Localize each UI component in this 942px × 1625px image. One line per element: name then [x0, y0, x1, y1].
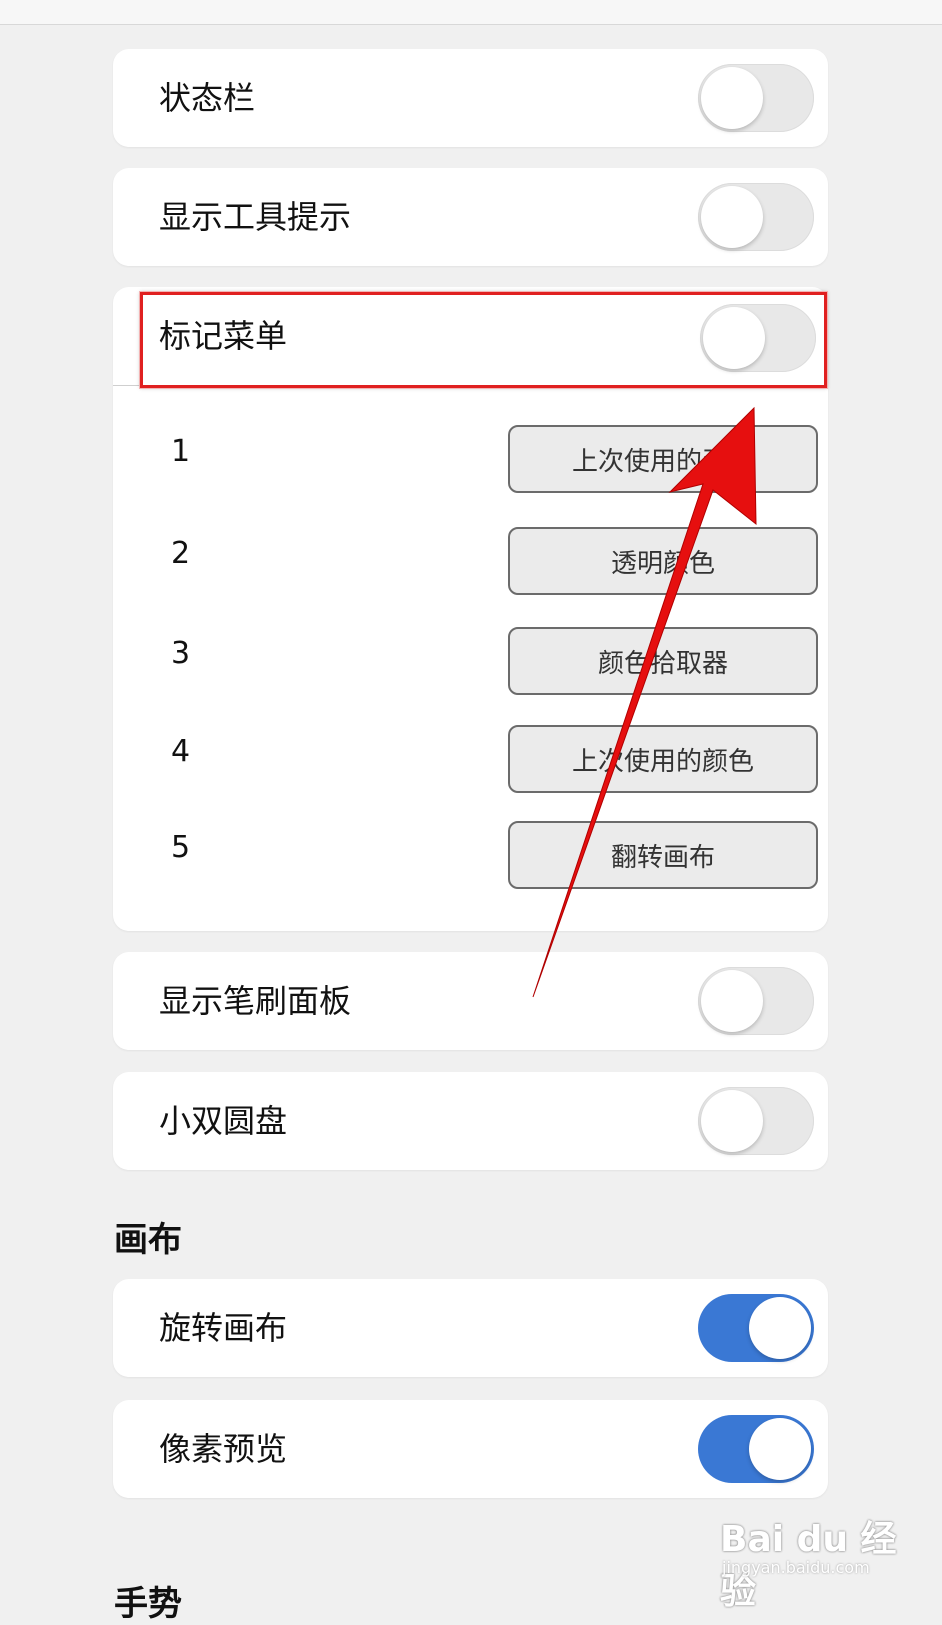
baidu-watermark: Bai du 经验 jingyan.baidu.com — [720, 1490, 900, 1612]
watermark-url: jingyan.baidu.com — [722, 1558, 870, 1577]
annotation-arrow — [532, 406, 757, 998]
annotation-arrow-shape — [532, 406, 757, 998]
